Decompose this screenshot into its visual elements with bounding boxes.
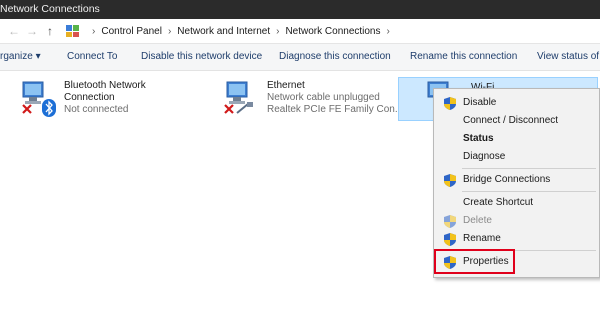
menu-separator: [462, 191, 596, 192]
adapter-name: Realtek PCIe FE Family Con...: [267, 104, 404, 115]
address-bar: ← → ↑ › Control Panel › Network and Inte…: [0, 19, 600, 44]
menu-item-label: Status: [463, 133, 494, 144]
properties-highlight-box: [434, 249, 515, 274]
menu-item-diagnose[interactable]: Diagnose: [434, 148, 599, 166]
menu-separator: [462, 168, 596, 169]
connection-name-cont: Connection: [64, 92, 115, 103]
menu-item-status[interactable]: Status: [434, 130, 599, 148]
diagnose-connection-button[interactable]: Diagnose this connection: [279, 51, 391, 62]
breadcrumb-chevron-icon[interactable]: ›: [276, 26, 279, 37]
breadcrumb-chevron-icon[interactable]: ›: [168, 26, 171, 37]
breadcrumb-network-connections[interactable]: Network Connections: [285, 26, 380, 37]
disable-device-button[interactable]: Disable this network device: [141, 51, 262, 62]
window-titlebar: Network Connections: [0, 0, 600, 19]
uac-shield-icon: [444, 215, 456, 228]
menu-item-label: Rename: [463, 233, 501, 244]
connection-status: Network cable unplugged: [267, 92, 380, 103]
back-arrow-icon[interactable]: ←: [8, 24, 20, 38]
bluetooth-icon: [42, 99, 56, 117]
menu-item-label: Bridge Connections: [463, 174, 551, 185]
window-title: Network Connections: [0, 3, 100, 15]
connection-name: Ethernet: [267, 80, 305, 91]
control-panel-icon: [66, 25, 80, 37]
menu-item-delete[interactable]: Delete: [434, 212, 599, 230]
error-x-icon: [22, 104, 32, 114]
menu-item-bridge-connections[interactable]: Bridge Connections: [434, 171, 599, 189]
menu-item-disable[interactable]: Disable: [434, 94, 599, 112]
uac-shield-icon: [444, 233, 456, 246]
uac-shield-icon: [444, 174, 456, 187]
connection-status: Not connected: [64, 104, 129, 115]
breadcrumb: › Control Panel › Network and Internet ›…: [66, 23, 396, 39]
rename-connection-button[interactable]: Rename this connection: [410, 51, 517, 62]
breadcrumb-control-panel[interactable]: Control Panel: [101, 26, 162, 37]
menu-item-label: Disable: [463, 97, 497, 108]
menu-item-label: Create Shortcut: [463, 197, 534, 208]
breadcrumb-chevron-icon[interactable]: ›: [387, 26, 390, 37]
connection-name: Bluetooth Network: [64, 80, 146, 91]
up-arrow-icon[interactable]: ↑: [47, 24, 53, 38]
breadcrumb-chevron-icon[interactable]: ›: [92, 26, 95, 37]
menu-item-label: Delete: [463, 215, 492, 226]
error-x-icon: [224, 104, 234, 114]
forward-arrow-icon[interactable]: →: [26, 24, 38, 38]
menu-item-rename[interactable]: Rename: [434, 230, 599, 248]
menu-item-connect-disconnect[interactable]: Connect / Disconnect: [434, 112, 599, 130]
breadcrumb-network-and-internet[interactable]: Network and Internet: [177, 26, 270, 37]
menu-item-label: Connect / Disconnect: [463, 115, 559, 126]
connect-to-button[interactable]: Connect To: [67, 51, 117, 62]
uac-shield-icon: [444, 97, 456, 110]
command-toolbar: rganize ▾ Connect To Disable this networ…: [0, 44, 600, 71]
view-status-button[interactable]: View status of t: [537, 51, 600, 62]
menu-item-create-shortcut[interactable]: Create Shortcut: [434, 194, 599, 212]
ethernet-cable-icon: [236, 102, 253, 114]
organize-button[interactable]: rganize ▾: [0, 51, 41, 62]
menu-item-label: Diagnose: [463, 151, 506, 162]
